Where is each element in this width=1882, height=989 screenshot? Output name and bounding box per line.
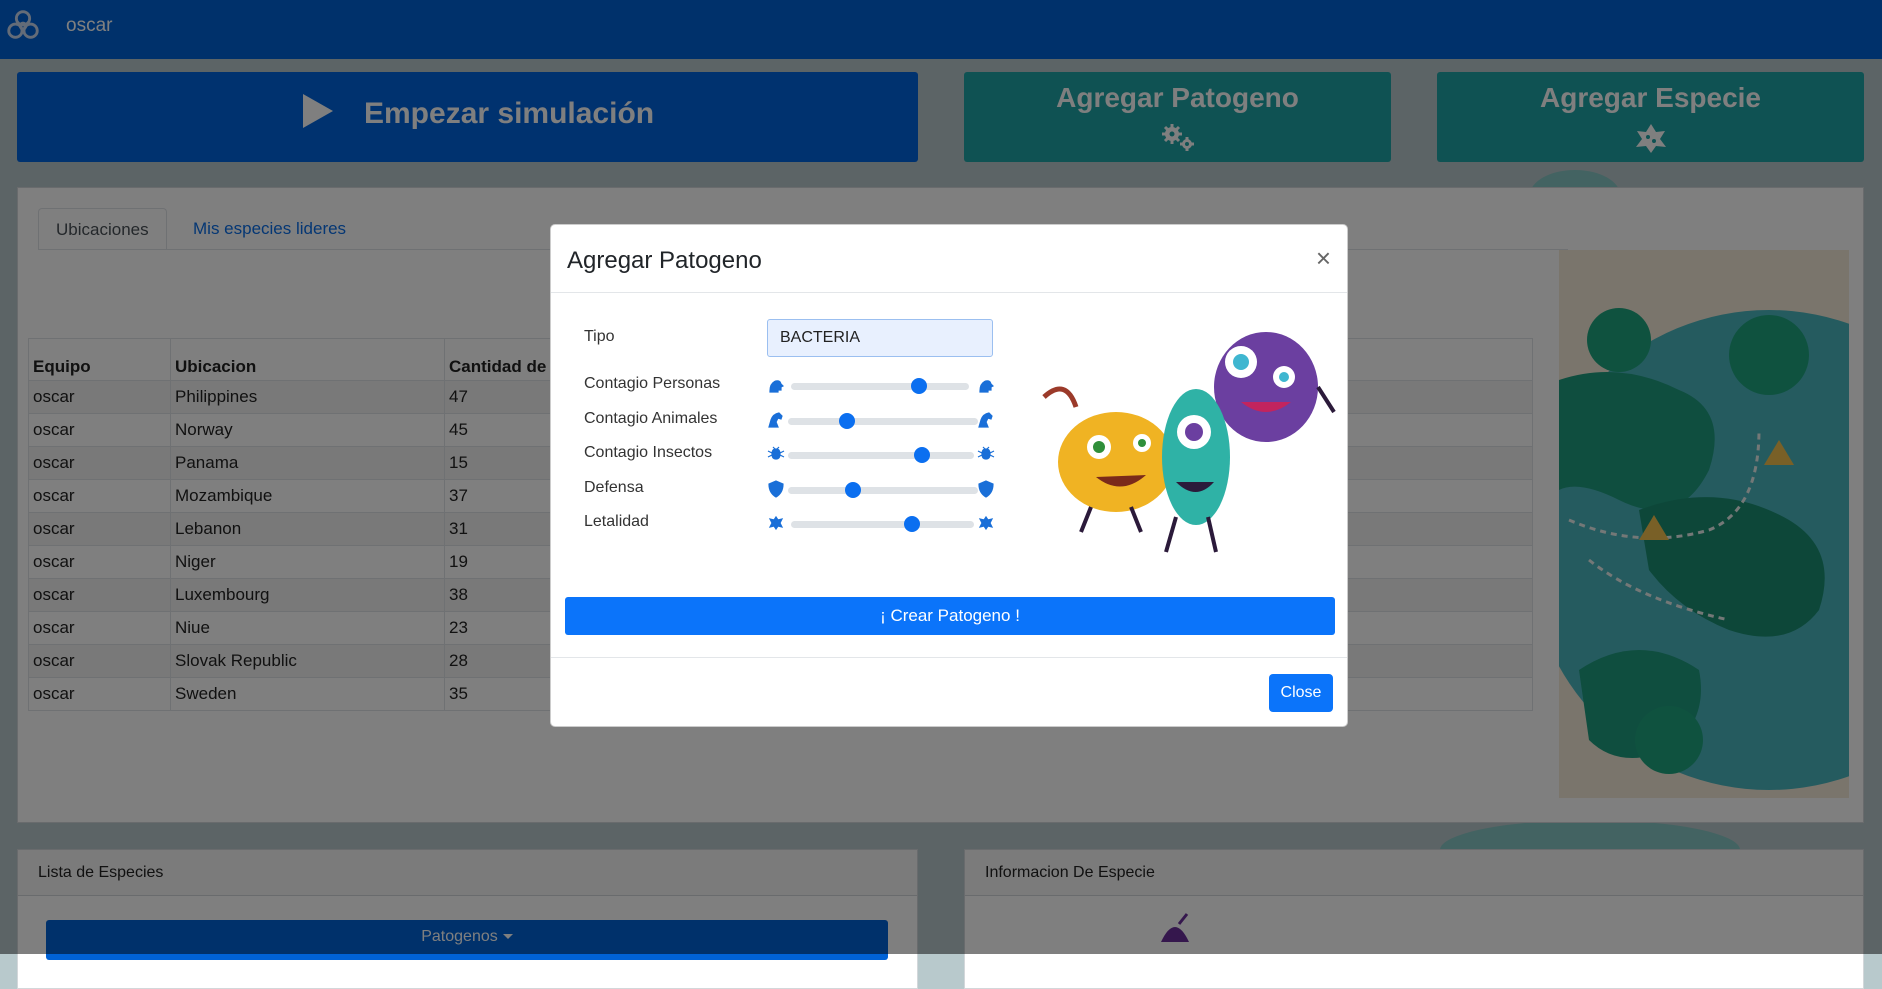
slider-contagio-insectos[interactable] [766, 442, 996, 466]
slider-thumb[interactable] [844, 482, 861, 498]
slider-track[interactable] [791, 383, 969, 390]
add-pathogen-modal: Agregar Patogeno × Tipo BACTERIA Contagi… [550, 224, 1348, 727]
virus-icon [978, 515, 994, 531]
create-pathogen-button[interactable]: ¡ Crear Patogeno ! [565, 597, 1335, 635]
tipo-label: Tipo [584, 328, 615, 345]
shield-half-icon [768, 480, 784, 498]
shield-icon [978, 480, 994, 498]
slider-track[interactable] [788, 487, 978, 494]
slider-track[interactable] [791, 521, 974, 528]
close-button[interactable]: Close [1269, 674, 1333, 712]
germs-illustration [1042, 332, 1336, 553]
slider-defensa[interactable] [766, 477, 996, 501]
horse-icon [978, 412, 993, 428]
modal-header: Agregar Patogeno × [551, 225, 1347, 293]
slider-label: Defensa [584, 479, 644, 496]
slider-thumb[interactable] [913, 447, 930, 463]
bug-icon [977, 446, 995, 460]
modal-footer-divider [551, 657, 1347, 658]
slider-thumb[interactable] [903, 516, 920, 532]
virus-off-icon [768, 515, 784, 531]
slider-label: Contagio Animales [584, 410, 718, 427]
slider-contagio-animales[interactable] [766, 408, 996, 432]
bug-small-icon [767, 446, 785, 460]
person-icon [979, 380, 995, 393]
slider-label: Contagio Insectos [584, 444, 713, 461]
slider-contagio-personas[interactable] [766, 373, 996, 397]
close-icon[interactable]: × [1316, 243, 1331, 274]
modal-title: Agregar Patogeno [567, 247, 762, 274]
slider-letalidad[interactable] [766, 511, 996, 535]
horse-off-icon [768, 412, 783, 428]
slider-label: Contagio Personas [584, 375, 721, 392]
slider-thumb[interactable] [838, 413, 855, 429]
tipo-input[interactable]: BACTERIA [767, 319, 993, 357]
person-off-icon [769, 380, 785, 393]
slider-track[interactable] [788, 418, 978, 425]
slider-label: Letalidad [584, 513, 649, 530]
slider-track[interactable] [788, 452, 974, 459]
slider-thumb[interactable] [911, 378, 928, 394]
